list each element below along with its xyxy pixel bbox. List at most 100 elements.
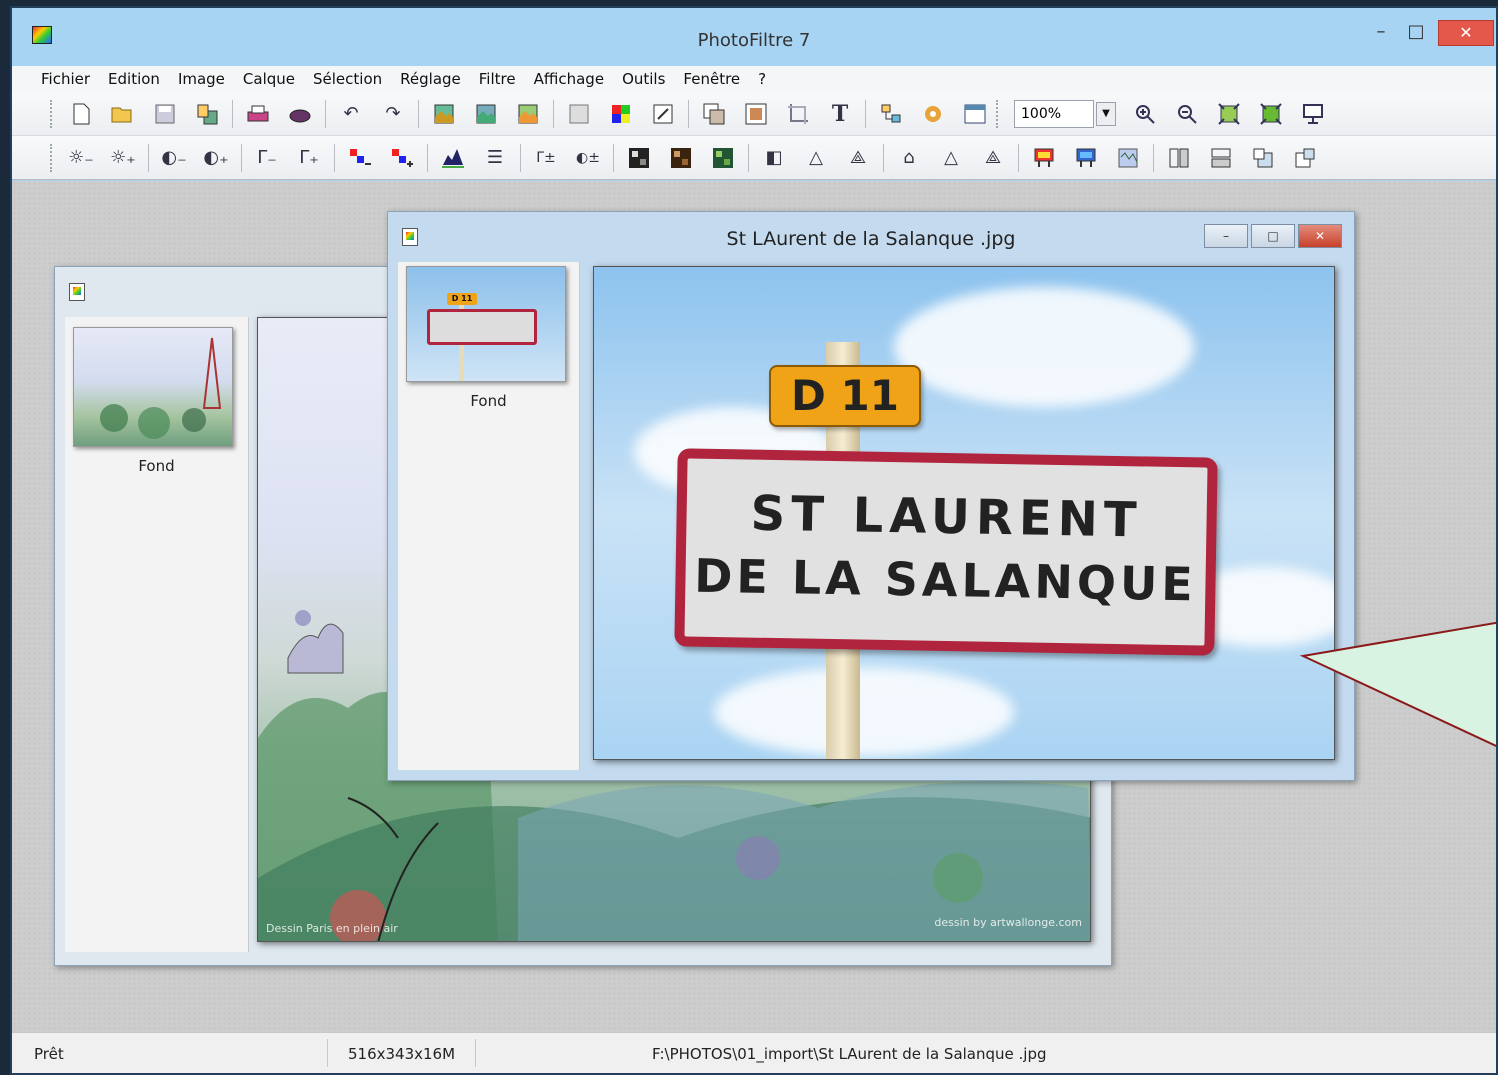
thumb-route-sign: D 11 xyxy=(447,293,477,305)
document-title-bar[interactable]: St LAurent de la Salanque .jpg – □ ✕ xyxy=(388,212,1354,258)
soften-icon[interactable]: △ xyxy=(801,143,831,173)
redo-icon[interactable]: ↷ xyxy=(378,99,408,129)
edge-icon[interactable]: ⟁ xyxy=(978,143,1008,173)
toolbar-separator xyxy=(232,99,233,128)
menu-affichage[interactable]: Affichage xyxy=(525,70,613,88)
histogram-icon[interactable] xyxy=(438,143,468,173)
gradient-icon[interactable] xyxy=(564,99,594,129)
gamma-plus-icon[interactable]: Γ₊ xyxy=(294,143,324,173)
auto-contrast-icon[interactable]: ◐± xyxy=(573,143,603,173)
gamma-minus-icon[interactable]: Γ₋ xyxy=(252,143,282,173)
blur-icon[interactable]: ◧ xyxy=(759,143,789,173)
menu-edition[interactable]: Edition xyxy=(99,70,169,88)
save-icon[interactable] xyxy=(150,99,180,129)
toolbar-separator xyxy=(1018,143,1019,172)
paste-image-icon[interactable] xyxy=(429,99,459,129)
rotate-left-icon[interactable] xyxy=(1248,143,1278,173)
transparency-icon[interactable] xyxy=(648,99,678,129)
layers-panel: Fond xyxy=(65,317,249,952)
status-bar: Prêt 516x343x16M F:\PHOTOS\01_import\St … xyxy=(12,1032,1496,1073)
menu-reglage[interactable]: Réglage xyxy=(391,70,470,88)
shadow-icon[interactable] xyxy=(1071,143,1101,173)
toolbar-grip[interactable] xyxy=(50,143,54,172)
plugin-icon[interactable] xyxy=(918,99,948,129)
document-icon[interactable] xyxy=(69,283,85,301)
minimize-button[interactable]: – xyxy=(1366,20,1396,46)
color-palette-icon[interactable] xyxy=(606,99,636,129)
layer-name: Fond xyxy=(138,457,175,475)
main-toolbar: ↶ ↷ T ▼ xyxy=(12,92,1496,136)
toolbar-grip[interactable] xyxy=(996,99,1000,128)
menu-help[interactable]: ? xyxy=(749,70,775,88)
text-tool-icon[interactable]: T xyxy=(825,99,855,129)
fullscreen-icon[interactable] xyxy=(1298,99,1328,129)
menu-selection[interactable]: Sélection xyxy=(304,70,391,88)
auto-gamma-icon[interactable]: Γ± xyxy=(531,143,561,173)
outline-icon[interactable]: △ xyxy=(936,143,966,173)
text-tool-glyph: T xyxy=(831,100,849,127)
photofiltre-window: PhotoFiltre 7 – □ ✕ Fichier Edition Imag… xyxy=(10,6,1498,1075)
levels-icon[interactable]: ☰ xyxy=(480,143,510,173)
flip-horizontal-icon[interactable] xyxy=(1164,143,1194,173)
document-minimize-button[interactable]: – xyxy=(1204,224,1248,248)
save-as-icon[interactable] xyxy=(192,99,222,129)
document-window-photo[interactable]: St LAurent de la Salanque .jpg – □ ✕ D 1… xyxy=(387,211,1355,781)
status-state: Prêt xyxy=(34,1045,64,1063)
zoom-out-icon[interactable] xyxy=(1172,99,1202,129)
image-size-icon[interactable] xyxy=(699,99,729,129)
menu-image[interactable]: Image xyxy=(169,70,234,88)
explorer-icon[interactable] xyxy=(876,99,906,129)
rotate-right-icon[interactable] xyxy=(1290,143,1320,173)
menu-calque[interactable]: Calque xyxy=(234,70,304,88)
layer-thumbnail[interactable] xyxy=(73,327,233,447)
fit-window-icon[interactable] xyxy=(1214,99,1244,129)
duplicate-image-icon[interactable] xyxy=(513,99,543,129)
layers-panel: D 11 Fond xyxy=(398,262,580,770)
sharpen-icon[interactable]: ⟁ xyxy=(843,143,873,173)
saturation-minus-icon[interactable] xyxy=(345,143,375,173)
emboss-icon[interactable]: ⌂ xyxy=(894,143,924,173)
document-close-button[interactable]: ✕ xyxy=(1298,224,1342,248)
frame-icon[interactable] xyxy=(1029,143,1059,173)
print-icon[interactable] xyxy=(243,99,273,129)
scan-icon[interactable] xyxy=(285,99,315,129)
photo-canvas[interactable]: D 11 ST LAURENT DE LA SALANQUE xyxy=(593,266,1335,760)
status-separator xyxy=(475,1039,476,1067)
flip-vertical-icon[interactable] xyxy=(1206,143,1236,173)
contrast-plus-icon[interactable]: ◐₊ xyxy=(201,143,231,173)
chevron-down-icon[interactable]: ▼ xyxy=(1096,101,1116,126)
zoom-in-icon[interactable] xyxy=(1130,99,1160,129)
grayscale-icon[interactable] xyxy=(624,143,654,173)
zoom-input[interactable] xyxy=(1014,99,1094,128)
window-icon[interactable] xyxy=(960,99,990,129)
contrast-minus-icon[interactable]: ◐₋ xyxy=(159,143,189,173)
toolbar-separator xyxy=(613,143,614,172)
toolbar-separator xyxy=(334,143,335,172)
menu-fichier[interactable]: Fichier xyxy=(32,70,99,88)
menu-filtre[interactable]: Filtre xyxy=(470,70,525,88)
close-button[interactable]: ✕ xyxy=(1438,20,1494,46)
copy-image-icon[interactable] xyxy=(471,99,501,129)
layer-thumbnail[interactable]: D 11 xyxy=(406,266,566,382)
zoom-combo[interactable]: ▼ xyxy=(1014,99,1116,128)
sepia-icon[interactable] xyxy=(666,143,696,173)
toolbar-grip[interactable] xyxy=(50,99,54,128)
crop-icon[interactable] xyxy=(783,99,813,129)
tint-icon[interactable] xyxy=(708,143,738,173)
texture-icon[interactable] xyxy=(1113,143,1143,173)
route-sign: D 11 xyxy=(769,365,921,427)
brightness-plus-icon[interactable]: ☼₊ xyxy=(108,143,138,173)
canvas-size-icon[interactable] xyxy=(741,99,771,129)
menu-outils[interactable]: Outils xyxy=(613,70,674,88)
actual-size-icon[interactable] xyxy=(1256,99,1286,129)
new-file-icon[interactable] xyxy=(66,99,96,129)
brightness-minus-icon[interactable]: ☼₋ xyxy=(66,143,96,173)
document-restore-button[interactable]: □ xyxy=(1251,224,1295,248)
toolbar-separator xyxy=(148,143,149,172)
undo-icon[interactable]: ↶ xyxy=(336,99,366,129)
open-folder-icon[interactable] xyxy=(108,99,138,129)
title-bar[interactable]: PhotoFiltre 7 – □ ✕ xyxy=(12,8,1496,66)
saturation-plus-icon[interactable] xyxy=(387,143,417,173)
menu-fenetre[interactable]: Fenêtre xyxy=(674,70,749,88)
maximize-button[interactable]: □ xyxy=(1401,20,1431,46)
